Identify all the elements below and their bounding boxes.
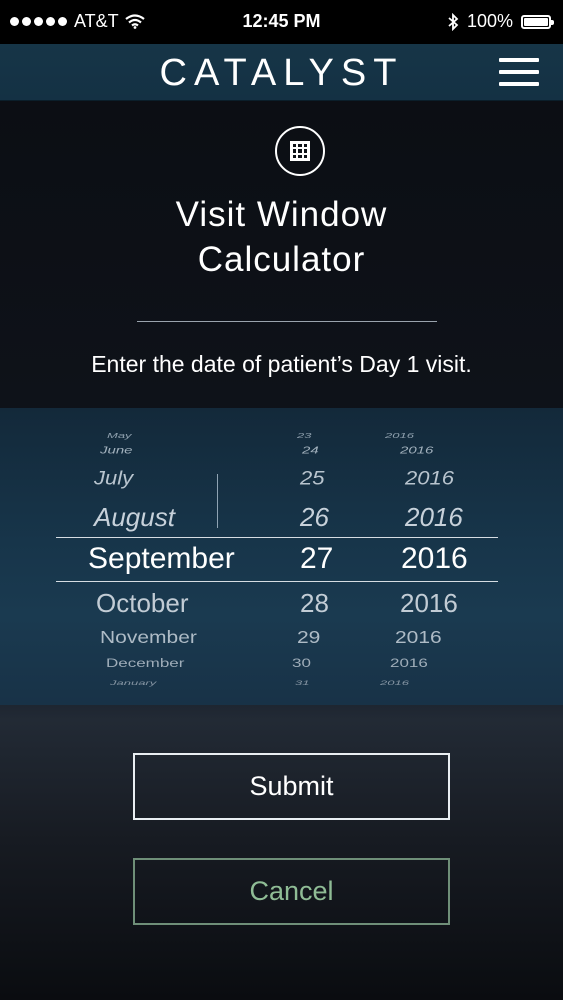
picker-month[interactable]: August (94, 504, 175, 529)
picker-month[interactable]: May (107, 431, 132, 438)
picker-day[interactable]: 28 (300, 590, 329, 615)
picker-day[interactable]: 31 (295, 679, 309, 686)
picker-day[interactable]: 30 (292, 657, 311, 669)
battery-level (524, 17, 548, 26)
picker-month[interactable]: January (110, 679, 156, 686)
page-title-line1: Visit Window (175, 195, 388, 234)
picker-day[interactable]: 29 (297, 628, 320, 646)
submit-button[interactable]: Submit (133, 753, 450, 820)
cancel-button[interactable]: Cancel (133, 858, 450, 925)
battery-icon (521, 14, 554, 29)
picker-day[interactable]: 25 (300, 468, 324, 488)
picker-day[interactable]: 26 (300, 504, 329, 529)
picker-year[interactable]: 2016 (401, 544, 468, 574)
picker-month[interactable]: June (100, 445, 133, 455)
picker-day[interactable]: 24 (302, 445, 319, 455)
picker-day[interactable]: 27 (300, 544, 333, 574)
picker-month[interactable]: July (94, 468, 133, 488)
picker-year[interactable]: 2016 (395, 628, 442, 646)
picker-year[interactable]: 2016 (380, 679, 409, 686)
page-title: Visit Window Calculator (0, 192, 563, 282)
status-bar: AT&T 12:45 PM 100% (0, 0, 563, 44)
battery-percent: 100% (466, 11, 513, 31)
picker-year[interactable]: 2016 (405, 468, 454, 488)
picker-year[interactable]: 2016 (400, 445, 433, 455)
picker-column-divider (217, 474, 218, 528)
brand-logo: CATALYST (159, 52, 404, 94)
picker-selection-top-line (56, 537, 498, 538)
instruction-text: Enter the date of patient’s Day 1 visit. (91, 351, 472, 377)
app-header: CATALYST (0, 44, 563, 101)
picker-year[interactable]: 2016 (400, 590, 458, 615)
calculator-icon (275, 126, 325, 176)
bluetooth-icon (448, 12, 459, 31)
picker-month[interactable]: September (88, 544, 235, 574)
picker-year[interactable]: 2016 (390, 657, 428, 669)
picker-month[interactable]: December (106, 657, 184, 669)
hamburger-menu-icon[interactable] (499, 58, 539, 86)
title-divider (137, 321, 437, 322)
date-picker[interactable]: May 23 2016 June 24 2016 July 25 2016 August 26 201… (0, 408, 563, 705)
picker-selection-bottom-line (56, 581, 498, 582)
picker-year[interactable]: 2016 (385, 431, 414, 438)
picker-year[interactable]: 2016 (405, 504, 463, 529)
status-right: 100% (447, 11, 554, 32)
page-title-line2: Calculator (197, 240, 366, 279)
picker-month[interactable]: November (100, 628, 197, 646)
picker-day[interactable]: 23 (297, 431, 311, 438)
picker-month[interactable]: October (96, 590, 189, 615)
